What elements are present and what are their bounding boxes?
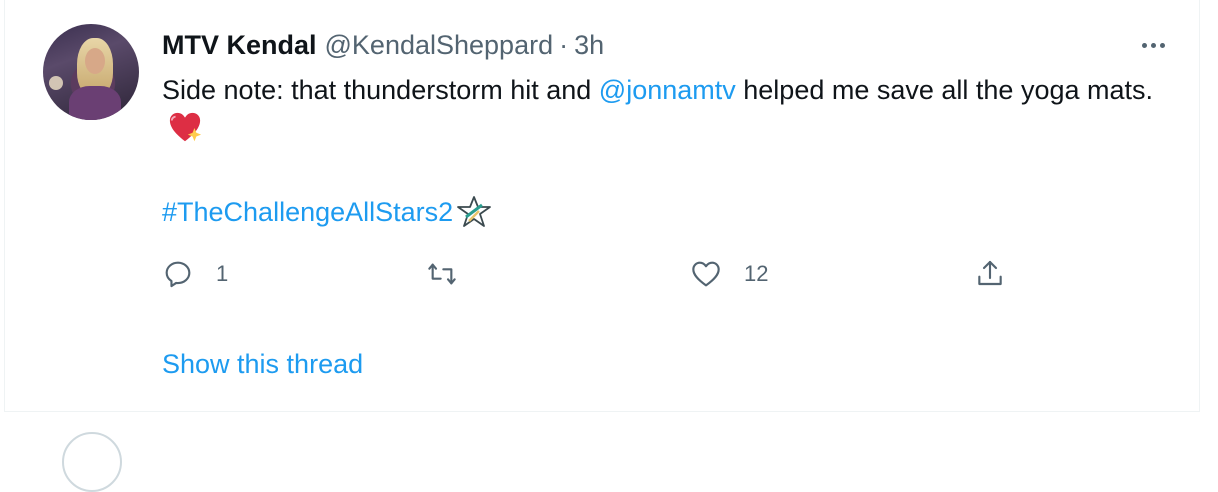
avatar-body <box>69 86 121 120</box>
hashtag-line: #TheChallengeAllStars2 <box>162 192 493 232</box>
author-name[interactable]: MTV Kendal <box>162 30 317 61</box>
challenge-star-hashflag-icon <box>457 196 492 227</box>
retweet-button[interactable] <box>426 254 480 294</box>
retweet-icon <box>428 263 456 285</box>
separator-dot: · <box>559 29 569 60</box>
heart-icon <box>692 261 720 287</box>
reply-icon <box>165 261 191 288</box>
more-dot <box>1150 42 1156 48</box>
author-handle[interactable]: @KendalSheppard <box>325 30 554 61</box>
more-dots-icon <box>1141 42 1147 48</box>
reply-count: 1 <box>216 261 229 286</box>
share-button[interactable] <box>974 254 1006 294</box>
show-thread-link[interactable]: Show this thread <box>162 344 363 384</box>
reply-button[interactable]: 1 <box>162 254 228 294</box>
tweet-timestamp[interactable]: 3h <box>574 30 604 61</box>
avatar-face <box>85 48 105 74</box>
tweet-card[interactable]: MTV Kendal @KendalSheppard · 3h Side not… <box>4 0 1200 412</box>
sparkling-heart-emoji <box>169 112 202 142</box>
tweet-text: Side note: that thunderstorm hit and @jo… <box>162 70 1162 150</box>
share-icon <box>978 260 1002 286</box>
like-button[interactable]: 12 <box>690 254 768 294</box>
more-options-button[interactable] <box>1135 30 1171 60</box>
tweet-text-part1: Side note: that thunderstorm hit and <box>162 75 599 105</box>
tweet-text-part2: helped me save all the yoga mats. <box>743 75 1153 105</box>
avatar-background-light <box>49 76 63 90</box>
tweet-actions: 1 12 <box>162 254 1022 294</box>
mention-link[interactable]: @jonnamtv <box>599 75 736 105</box>
avatar[interactable] <box>43 24 139 120</box>
like-count: 12 <box>744 261 769 286</box>
more-dot <box>1159 42 1165 48</box>
next-tweet-avatar[interactable] <box>62 432 122 492</box>
tweet-header: MTV Kendal @KendalSheppard · 3h <box>162 27 604 63</box>
hashtag-link[interactable]: #TheChallengeAllStars2 <box>162 192 453 232</box>
